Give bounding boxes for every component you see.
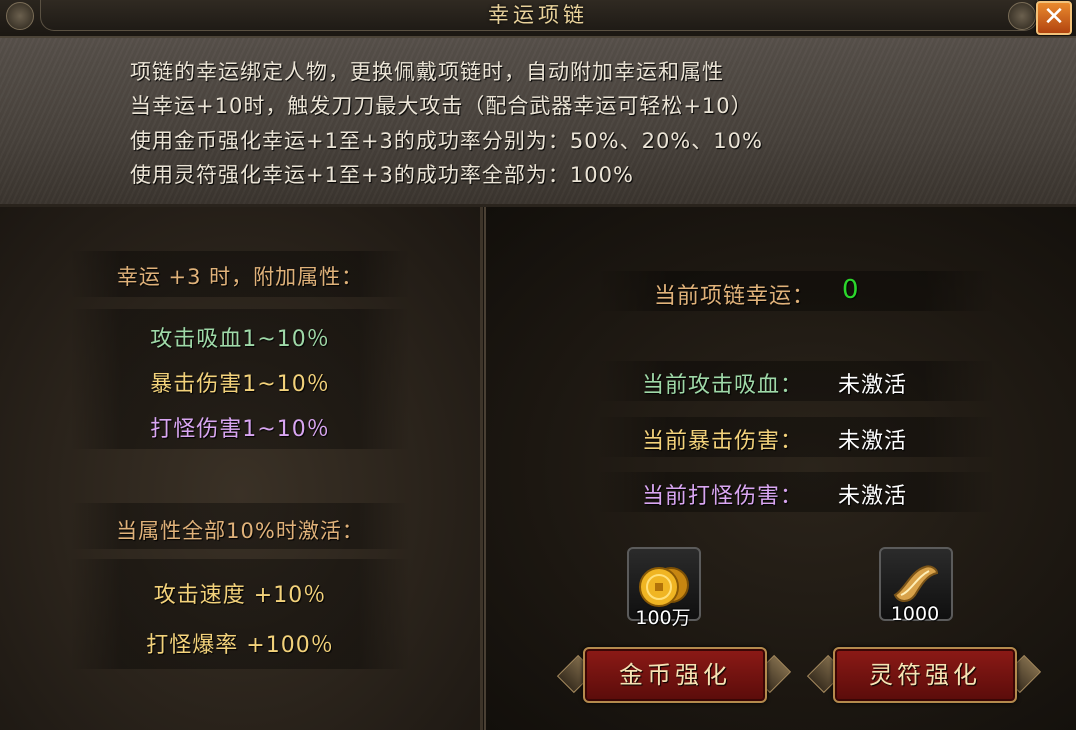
attribute-drop-rate: 打怪爆率 +100％ (146, 633, 334, 658)
attribute-attack-speed: 攻击速度 +10％ (153, 583, 327, 608)
luck-value: 0 (842, 275, 860, 305)
gold-enhance-button[interactable]: 金币强化 (583, 647, 767, 703)
luck-bonus-header: 幸运 +3 时，附加属性： (116, 265, 364, 289)
stat-crit-label: 当前暴击伤害： (642, 429, 804, 454)
window-title: 幸运项链 (488, 3, 588, 27)
talisman-enhance-wrap: 灵符强化 (806, 647, 1042, 703)
stat-lifesteal-label: 当前攻击吸血： (642, 373, 804, 398)
stat-lifesteal-value: 未激活 (838, 373, 908, 398)
info-line: 项链的幸运绑定人物，更换佩戴项链时，自动附加幸运和属性 (130, 60, 724, 84)
gold-enhance-wrap: 金币强化 (556, 647, 792, 703)
close-button[interactable]: ✕ (1036, 1, 1072, 35)
info-line: 当幸运+10时，触发刀刀最大攻击（配合武器幸运可轻松+10） (130, 94, 753, 118)
gold-coin-count: 100万 (635, 607, 691, 629)
stat-monster-label: 当前打怪伤害： (642, 484, 804, 509)
activation-header: 当属性全部10%时激活： (116, 519, 364, 543)
luck-label: 当前项链幸运： (654, 284, 816, 309)
attribute-monster-damage: 打怪伤害1~10％ (150, 417, 330, 442)
info-line: 使用灵符强化幸运+1至+3的成功率全部为：100% (130, 163, 634, 187)
description-panel: 项链的幸运绑定人物，更换佩戴项链时，自动附加幸运和属性 当幸运+10时，触发刀刀… (0, 38, 1076, 207)
info-line: 使用金币强化幸运+1至+3的成功率分别为：50%、20%、10% (130, 129, 763, 153)
attribute-panel: 幸运 +3 时，附加属性： 攻击吸血1~10％ 暴击伤害1~10％ 打怪伤害1~… (0, 207, 483, 730)
lucky-necklace-window: 幸运项链 ✕ 项链的幸运绑定人物，更换佩戴项链时，自动附加幸运和属性 当幸运+1… (0, 0, 1076, 730)
stat-crit-value: 未激活 (838, 429, 908, 454)
talisman-count: 1000 (890, 603, 940, 625)
talisman-enhance-button[interactable]: 灵符强化 (833, 647, 1017, 703)
title-bar: 幸运项链 ✕ (0, 0, 1076, 38)
attribute-lifesteal: 攻击吸血1~10％ (150, 327, 330, 352)
attribute-crit-damage: 暴击伤害1~10％ (150, 372, 330, 397)
enhance-panel: 当前项链幸运： 0 当前攻击吸血： 未激活 当前暴击伤害： 未激活 当前打怪伤害… (484, 207, 1076, 730)
stat-monster-value: 未激活 (838, 484, 908, 509)
